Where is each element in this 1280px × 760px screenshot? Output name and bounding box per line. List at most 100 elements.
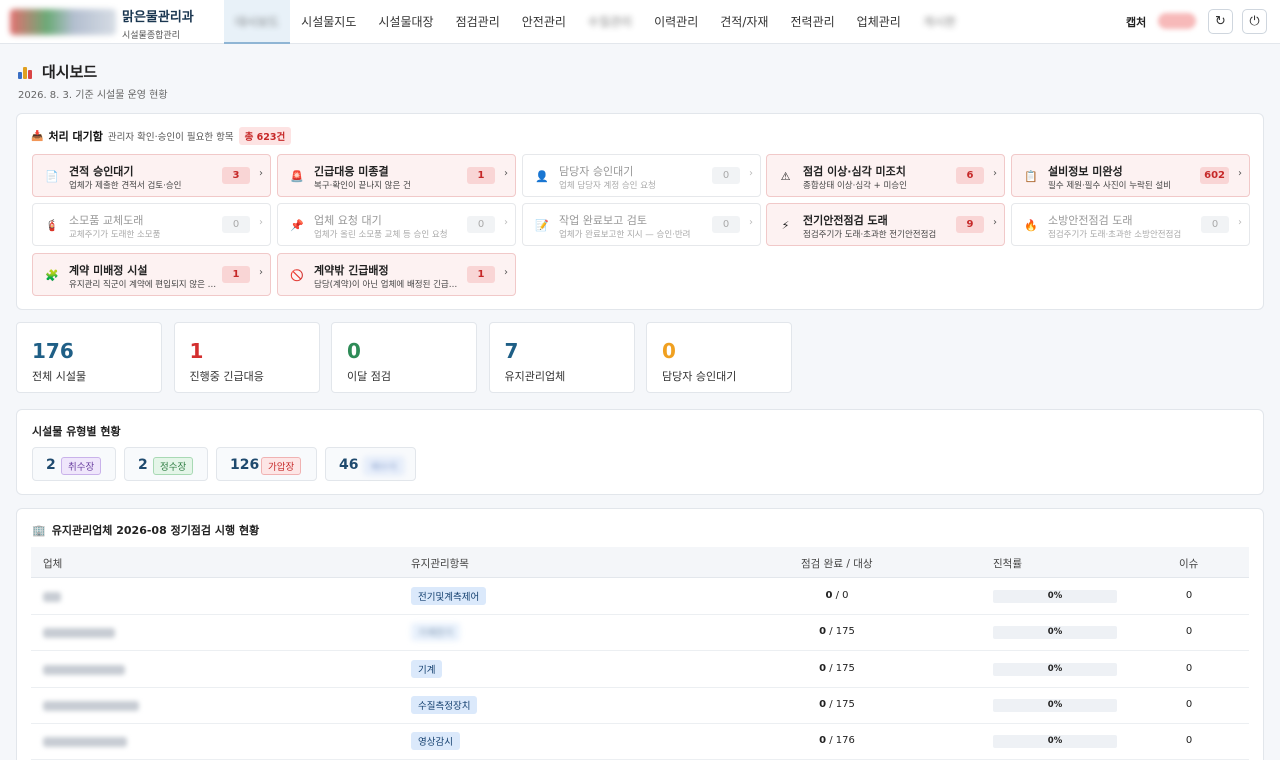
facility-type-box[interactable]: 126 가압장 xyxy=(216,447,317,481)
pending-title: 처리 대기함 xyxy=(48,130,103,143)
nav-item-4[interactable]: 안전관리 xyxy=(511,0,577,44)
pending-card-pin[interactable]: 📌 업체 요청 대기 업체가 올린 소모품 교체 등 승인 요청 0 › xyxy=(277,203,516,246)
column-issue: 이슈 xyxy=(1179,558,1199,570)
table-row[interactable]: 업체명 영상감시 0 / 176 0% 0 xyxy=(31,724,1249,760)
pending-card-fire[interactable]: 🔥 소방안전점검 도래 점검주기가 도래·초과한 소방안전점검 0 › xyxy=(1011,203,1250,246)
power-icon: ⏻ xyxy=(1249,14,1260,29)
maintenance-item-tag: 기계전기 xyxy=(411,623,460,642)
nav-item-label: 수질관리 xyxy=(587,15,633,29)
user-icon: 👤 xyxy=(535,170,549,183)
progress-bar: 0% xyxy=(993,735,1117,749)
chevron-right-icon: › xyxy=(1238,168,1242,179)
pending-card-lightning[interactable]: ⚡ 전기안전점검 도래 점검주기가 도래·초과한 전기안전점검 9 › xyxy=(766,203,1005,246)
nav-item-0[interactable]: 대시보드 xyxy=(224,0,291,44)
nav-item-1[interactable]: 시설물지도 xyxy=(290,0,367,44)
stat-card[interactable]: 1 진행중 긴급대응 xyxy=(173,322,320,393)
puzzle-icon: 🧩 xyxy=(45,269,59,282)
nav-item-label: 견적/자재 xyxy=(720,15,769,29)
facility-type-badge: 정수장 xyxy=(153,457,194,475)
issue-count: 0 xyxy=(1185,626,1193,638)
nav-item-7[interactable]: 견적/자재 xyxy=(709,0,779,44)
pending-card-title: 전기안전점검 도래 xyxy=(803,214,888,227)
pending-card-count: 0 xyxy=(1201,216,1229,233)
facility-type-count: 46 xyxy=(339,457,359,473)
nav-item-label: 안전관리 xyxy=(521,15,566,29)
inspection-ratio: 0 / 0 xyxy=(825,590,849,601)
inspection-ratio: 0 / 175 xyxy=(819,626,855,638)
refresh-button[interactable]: ↻ xyxy=(1208,9,1233,34)
pending-card-prohibited[interactable]: 🚫 계약밖 긴급배정 담당(계약)이 아닌 업체에 배정된 긴급대응 1 › xyxy=(277,253,516,296)
logout-button[interactable]: ⏻ xyxy=(1242,9,1267,34)
chevron-right-icon: › xyxy=(259,217,263,228)
pending-card-clipboard[interactable]: 📋 설비정보 미완성 필수 제원·필수 사진이 누락된 설비 602 › xyxy=(1011,154,1250,197)
issue-count: 0 xyxy=(1185,698,1193,710)
brand: 맑은물관리과 시설물종합관리 xyxy=(122,6,194,41)
pending-card-battery[interactable]: 🧯 소모품 교체도래 교체주기가 도래한 소모품 0 › xyxy=(32,203,271,246)
nav-item-10[interactable]: 게시판 xyxy=(912,0,967,44)
chevron-right-icon: › xyxy=(1238,217,1242,228)
stat-card[interactable]: 0 담당자 승인대기 xyxy=(646,322,792,393)
lightning-icon: ⚡ xyxy=(781,219,790,232)
inspection-done: 0 xyxy=(825,590,833,601)
table-row[interactable]: 업체명 기계전기 0 / 175 0% 0 xyxy=(31,615,1249,652)
vendor-name: 업체명 xyxy=(43,592,61,602)
pending-card-title: 긴급대응 미종결 xyxy=(314,165,389,178)
nav-item-9[interactable]: 업체관리 xyxy=(846,0,912,44)
inspection-target: 175 xyxy=(835,626,855,638)
nav-item-8[interactable]: 전력관리 xyxy=(779,0,845,44)
pending-card-title: 설비정보 미완성 xyxy=(1048,165,1123,178)
stat-card[interactable]: 7 유지관리업체 xyxy=(488,322,635,393)
pending-card-puzzle[interactable]: 🧩 계약 미배정 시설 유지관리 직군이 계약에 편입되지 않은 시설 1 › xyxy=(32,253,271,296)
pending-card-desc: 점검주기가 도래·초과한 소방안전점검 xyxy=(1048,230,1182,240)
inspection-done: 0 xyxy=(819,662,827,674)
pending-card-title: 담당자 승인대기 xyxy=(559,165,634,178)
issue-count: 0 xyxy=(1185,735,1193,747)
nav-item-5[interactable]: 수질관리 xyxy=(577,0,643,44)
facility-type-box[interactable]: 2 정수장 xyxy=(124,447,208,481)
chevron-right-icon: › xyxy=(259,168,263,179)
table-row[interactable]: 업체명 수질측정장치 0 / 175 0% 0 xyxy=(31,688,1249,724)
table-row[interactable]: 업체명 기계 0 / 175 0% 0 xyxy=(31,652,1249,688)
stat-label: 담당자 승인대기 xyxy=(662,370,737,383)
inspection-ratio: 0 / 175 xyxy=(819,698,855,710)
pending-card-count: 9 xyxy=(956,216,984,233)
stat-label: 유지관리업체 xyxy=(504,370,566,383)
pending-card-count: 1 xyxy=(467,167,495,184)
pending-card-user[interactable]: 👤 담당자 승인대기 업체 담당자 계정 승인 요청 0 › xyxy=(522,154,761,197)
nav-item-label: 이력관리 xyxy=(654,15,699,29)
inspection-ratio: 0 / 175 xyxy=(819,662,855,674)
pending-card-document[interactable]: 📄 견적 승인대기 업체가 제출한 견적서 검토·승인 3 › xyxy=(32,154,271,197)
organization-logo[interactable] xyxy=(10,9,116,35)
inspection-target: 176 xyxy=(835,735,855,747)
pending-card-count: 1 xyxy=(222,266,250,283)
maintenance-item-tag: 영상감시 xyxy=(411,732,460,751)
facility-type-title: 시설물 유형별 현황 xyxy=(32,425,121,438)
capture-button[interactable]: 캡처 xyxy=(1126,14,1146,30)
inbox-icon: 📥 xyxy=(31,130,44,142)
pending-card-memo[interactable]: 📝 작업 완료보고 검토 업체가 완료보고한 지시 — 승인·반려 0 › xyxy=(522,203,761,246)
nav-item-label: 전력관리 xyxy=(790,15,835,29)
stat-card[interactable]: 176 전체 시설물 xyxy=(16,322,162,393)
chevron-right-icon: › xyxy=(993,217,997,228)
pending-card-count: 0 xyxy=(712,216,740,233)
stat-card[interactable]: 0 이달 점검 xyxy=(331,322,477,393)
facility-type-box[interactable]: 46 배수지 xyxy=(325,447,416,481)
pending-card-siren[interactable]: 🚨 긴급대응 미종결 복구·확인이 끝나지 않은 건 1 › xyxy=(277,154,516,197)
user-badge[interactable] xyxy=(1158,13,1196,29)
issue-count: 0 xyxy=(1185,590,1193,601)
facility-type-box[interactable]: 2 취수장 xyxy=(32,447,116,481)
facility-type-badge: 가압장 xyxy=(261,457,302,475)
inspection-done: 0 xyxy=(819,626,827,638)
pending-card-warning[interactable]: ⚠ 점검 이상·심각 미조치 종합상태 이상·심각 + 미승인 6 › xyxy=(766,154,1005,197)
pending-card-title: 업체 요청 대기 xyxy=(314,214,382,227)
facility-type-count: 2 xyxy=(46,457,56,473)
nav-item-2[interactable]: 시설물대장 xyxy=(367,0,444,44)
maintenance-item-tag: 기계 xyxy=(411,659,443,678)
pending-card-title: 계약 미배정 시설 xyxy=(69,264,148,277)
table-row[interactable]: 업체명 전기및계측제어 0 / 0 0% 0 xyxy=(31,579,1249,615)
nav-item-6[interactable]: 이력관리 xyxy=(643,0,709,44)
chevron-right-icon: › xyxy=(993,168,997,179)
pending-header: 📥 처리 대기함 관리자 확인·승인이 필요한 항목 총 623건 xyxy=(31,127,292,145)
inspection-target: 175 xyxy=(835,698,855,710)
nav-item-3[interactable]: 점검관리 xyxy=(445,0,511,44)
